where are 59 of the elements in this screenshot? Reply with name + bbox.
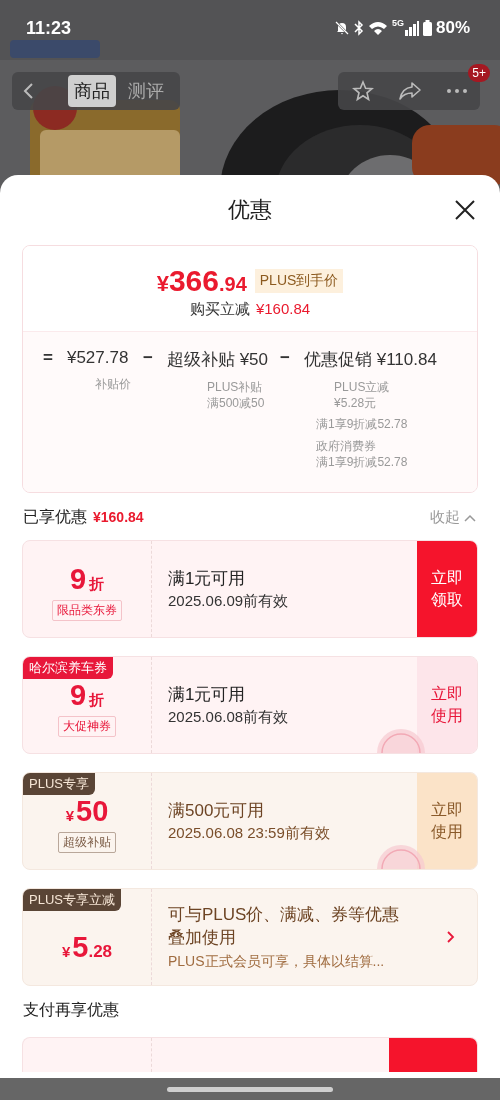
battery-percent: 80% bbox=[435, 18, 470, 38]
coupon-action-button[interactable]: 立即使用 bbox=[417, 657, 477, 753]
coupon-value: 9 折 bbox=[69, 679, 105, 712]
network-label: 5G bbox=[391, 18, 404, 28]
coupon-title: 满1元可用 bbox=[168, 684, 247, 706]
operator-sign: − bbox=[143, 348, 153, 369]
back-icon[interactable] bbox=[22, 81, 36, 101]
coupon-validity: 2025.06.08前有效 bbox=[168, 708, 290, 727]
coupon-value: 9 折 bbox=[69, 563, 105, 596]
bell-off-icon bbox=[333, 20, 350, 36]
coupon-title: 满1元可用 bbox=[168, 568, 247, 590]
tab[interactable]: 测评 bbox=[122, 75, 170, 107]
clock-time: 11:23 bbox=[26, 17, 72, 39]
price-tag: PLUS到手价 bbox=[254, 269, 344, 293]
coupon-note: PLUS正式会员可享，具体以结算... bbox=[168, 953, 386, 971]
breakdown-note: 政府消费券 满1享9折减52.78 bbox=[316, 437, 409, 470]
sheet-title: 优惠 bbox=[228, 196, 272, 224]
coupon-action-button[interactable]: 立即领取 bbox=[417, 541, 477, 637]
signal-icon bbox=[404, 20, 419, 36]
saving-amount: ¥160.84 bbox=[255, 300, 311, 319]
coupon-validity: 2025.06.08 23:59前有效 bbox=[168, 824, 331, 843]
breakdown-amount: ¥527.78 bbox=[66, 348, 129, 368]
section-title: 已享优惠 bbox=[23, 507, 87, 527]
tab[interactable]: 商品 bbox=[68, 75, 116, 107]
breakdown-note: PLUS补贴 满500减50 bbox=[206, 379, 266, 412]
close-icon[interactable] bbox=[454, 199, 476, 221]
bluetooth-icon bbox=[353, 20, 364, 36]
coupon-tag: 限品类东券 bbox=[52, 600, 122, 621]
coupon-value: ¥50 bbox=[65, 795, 109, 828]
coupon-ribbon: 哈尔滨养车券 bbox=[23, 657, 113, 679]
chevron-right-icon[interactable] bbox=[447, 931, 455, 943]
breakdown-note: 补贴价 bbox=[94, 376, 131, 393]
collapse-toggle[interactable]: 收起 bbox=[430, 508, 476, 527]
breakdown-note: 满1享9折减52.78 bbox=[316, 416, 409, 433]
operator-sign: = bbox=[43, 348, 53, 368]
coupon-ribbon: PLUS专享立减 bbox=[23, 889, 121, 911]
coupon-ribbon: PLUS专享 bbox=[23, 773, 95, 795]
coupon-title: 可与PLUS价、满减、券等优惠叠加使用 bbox=[168, 904, 401, 949]
applied-amount: ¥160.84 bbox=[93, 509, 144, 525]
coupon-title: 满500元可用 bbox=[168, 800, 266, 822]
breakdown-amount: 优惠促销 ¥110.84 bbox=[303, 349, 437, 371]
saving-label: 购买立减 bbox=[189, 300, 250, 319]
notification-badge: 5+ bbox=[468, 64, 490, 82]
coupon-validity: 2025.06.09前有效 bbox=[168, 592, 290, 611]
more-icon[interactable] bbox=[446, 88, 468, 94]
coupon-tag: 大促神券 bbox=[58, 716, 116, 737]
star-icon[interactable] bbox=[352, 80, 374, 102]
coupon-tag: 超级补贴 bbox=[58, 832, 116, 853]
home-indicator[interactable] bbox=[167, 1086, 333, 1092]
final-price: ¥366.94 bbox=[156, 264, 247, 298]
coupon-value: ¥5.28 bbox=[61, 930, 113, 964]
battery-icon bbox=[422, 20, 432, 36]
operator-sign: − bbox=[280, 348, 290, 369]
share-icon[interactable] bbox=[398, 80, 422, 102]
coupon-action-button[interactable]: 立即使用 bbox=[417, 773, 477, 869]
breakdown-amount: 超级补贴 ¥50 bbox=[166, 349, 269, 371]
breakdown-note: PLUS立减 ¥5.28元 bbox=[333, 379, 391, 412]
section-title: 支付再享优惠 bbox=[22, 1000, 120, 1020]
wifi-icon bbox=[367, 20, 388, 36]
